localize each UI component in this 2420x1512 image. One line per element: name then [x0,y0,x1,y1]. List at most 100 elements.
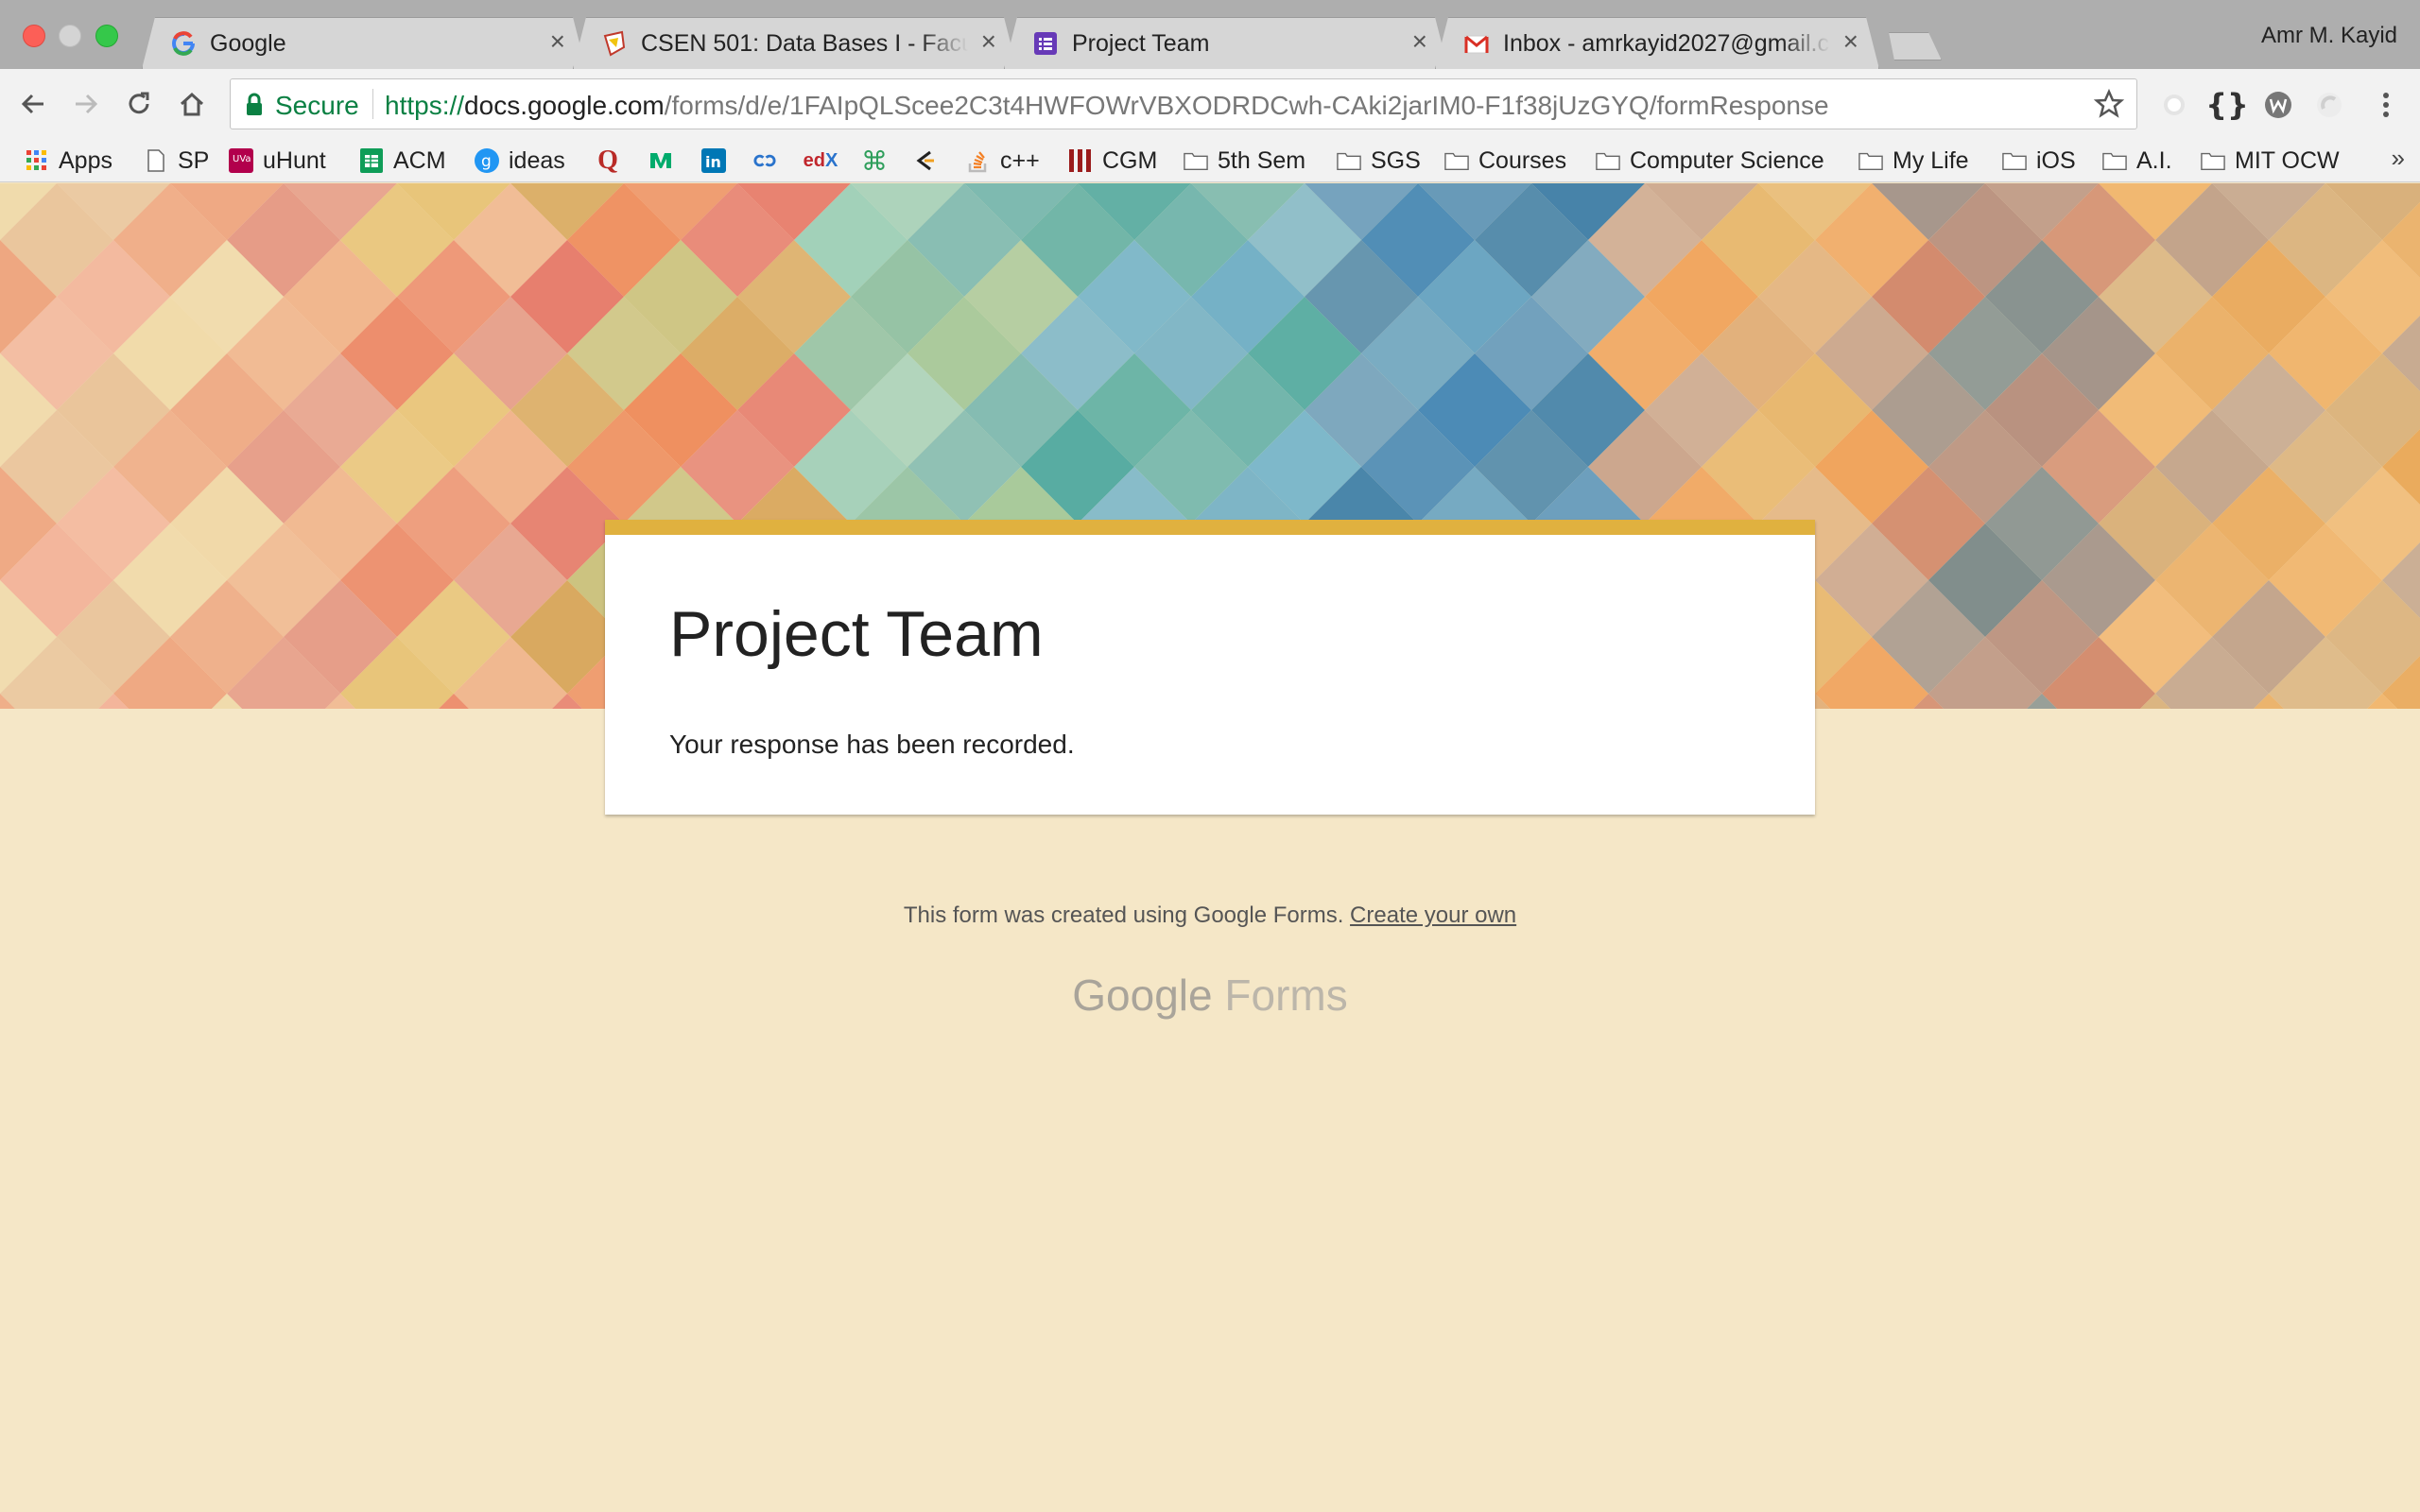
hackerrank-icon [913,148,938,173]
url-host: docs.google.com [464,91,665,120]
bookmark-cgm[interactable]: CGM [1068,144,1157,178]
folder-icon [2002,148,2027,173]
folder-icon [1184,148,1208,173]
bookmark-command[interactable]: ⌘ [861,144,888,178]
window-maximize-button[interactable] [95,25,118,47]
tab-csen501[interactable]: CSEN 501: Data Bases I - Faculty × [573,17,1017,69]
bookmark-label: Courses [1478,146,1567,174]
google-forms-logo: Google Forms [0,970,2420,1021]
back-button[interactable] [13,84,53,124]
linkedin-icon: in [701,148,726,173]
profile-name[interactable]: Amr M. Kayid [2261,23,2397,49]
home-icon [180,92,204,116]
address-divider [372,89,373,119]
bookmark-medium[interactable] [648,144,673,178]
bookmark-mit-ocw[interactable]: MIT OCW [2201,144,2340,178]
brand-google: Google [1072,971,1213,1020]
bookmark-ideas[interactable]: g ideas [475,144,565,178]
bookmark-apps[interactable]: Apps [25,144,112,178]
bookmark-label: ACM [393,146,446,174]
tab-title: CSEN 501: Data Bases I - Faculty [641,30,968,57]
bookmark-edx[interactable]: ed X [804,144,838,178]
bookmark-label: uHunt [263,146,326,174]
form-title: Project Team [669,598,1044,670]
google-forms-icon [1034,32,1057,55]
bookmark-label: A.I. [2136,146,2172,174]
bookmark-label: c++ [1000,146,1040,174]
url-text[interactable]: https://docs.google.com/forms/d/e/1FAIpQ… [385,91,1829,121]
bookmark-acm[interactable]: ACM [359,144,446,178]
address-bar[interactable]: Secure https://docs.google.com/forms/d/e… [230,78,2137,129]
bookmark-sp[interactable]: SP [144,144,209,178]
folder-icon [1444,148,1469,173]
stackoverflow-icon [966,148,991,173]
forward-button[interactable] [66,84,106,124]
back-arrow-icon [21,94,43,114]
edx-icon: ed X [803,149,838,171]
tab-google[interactable]: Google × [142,17,586,69]
uva-icon: UVa [229,148,253,173]
tab-close-icon[interactable]: × [1412,28,1427,55]
bookmark-my-life[interactable]: My Life [1858,144,1969,178]
forward-arrow-icon [76,94,98,114]
google-g-icon [172,31,195,56]
menu-button[interactable] [2367,86,2405,124]
extension-swirl-button[interactable] [2310,86,2348,124]
kebab-menu-icon [2383,93,2389,117]
brand-forms: Forms [1224,971,1348,1020]
bookmarks-bar: Apps SP UVa uHunt ACM g ideas Q in ed X … [0,140,2420,182]
home-button[interactable] [172,84,212,124]
bookmark-cpp[interactable]: c++ [966,144,1040,178]
tab-close-icon[interactable]: × [550,28,565,55]
bookmark-label: iOS [2036,146,2076,174]
reload-button[interactable] [119,84,159,124]
window-close-button[interactable] [23,25,45,47]
new-tab-button[interactable] [1881,32,1942,60]
bookmark-label: My Life [1893,146,1969,174]
swirl-extension-icon [2317,93,2342,117]
w-extension-icon [2265,92,2291,118]
bookmark-sgs[interactable]: SGS [1337,144,1421,178]
bookmark-star-icon[interactable] [2093,88,2125,120]
bookmark-computer-science[interactable]: Computer Science [1596,144,1824,178]
window-minimize-button[interactable] [59,25,81,47]
svg-text:g: g [481,152,492,171]
bookmark-ios[interactable]: iOS [2002,144,2076,178]
medium-icon [648,148,673,173]
tab-title: Google [210,30,286,57]
cgm-icon [1068,148,1093,173]
bookmark-uhunt[interactable]: UVa uHunt [229,144,326,178]
bookmark-linkedin[interactable]: in [701,144,726,178]
url-path: /forms/d/e/1FAIpQLScee2C3t4HWFOWrVBXODRD… [664,91,1829,120]
bookmark-hackerrank[interactable] [913,144,938,178]
browser-toolbar: Secure https://docs.google.com/forms/d/e… [0,69,2420,140]
sheets-icon [359,148,384,173]
bookmarks-overflow-button[interactable]: » [2392,144,2405,173]
tab-project-team[interactable]: Project Team × [1004,17,1448,69]
bookmark-ai[interactable]: A.I. [2102,144,2172,178]
confirmation-message: Your response has been recorded. [669,730,1075,759]
coursera-icon [752,148,777,173]
tab-gmail-inbox[interactable]: Inbox - amrkayid2027@gmail.com × [1435,17,1879,69]
bookmark-5th-sem[interactable]: 5th Sem [1184,144,1305,178]
folder-icon [1337,148,1361,173]
create-your-own-link[interactable]: Create your own [1350,902,1516,928]
bookmark-label: Computer Science [1630,146,1824,174]
quora-icon: Q [597,146,618,175]
bookmark-courses[interactable]: Courses [1444,144,1566,178]
extension-circle-button[interactable] [2155,86,2193,124]
svg-text:in: in [705,153,721,171]
form-footer: This form was created using Google Forms… [0,902,2420,929]
page-icon [144,148,168,173]
bookmark-coursera[interactable] [752,144,777,178]
form-confirmation-card: Project Team Your response has been reco… [605,520,1815,815]
json-formatter-icon[interactable]: {} [2205,86,2249,124]
folder-icon [1596,148,1620,173]
tab-close-icon[interactable]: × [981,28,996,55]
bookmark-label: Apps [59,146,112,174]
tab-title: Project Team [1072,30,1210,57]
bookmark-quora[interactable]: Q [596,144,620,178]
tab-close-icon[interactable]: × [1843,28,1858,55]
extension-w-button[interactable] [2259,86,2297,124]
bookmark-label: MIT OCW [2235,146,2340,174]
